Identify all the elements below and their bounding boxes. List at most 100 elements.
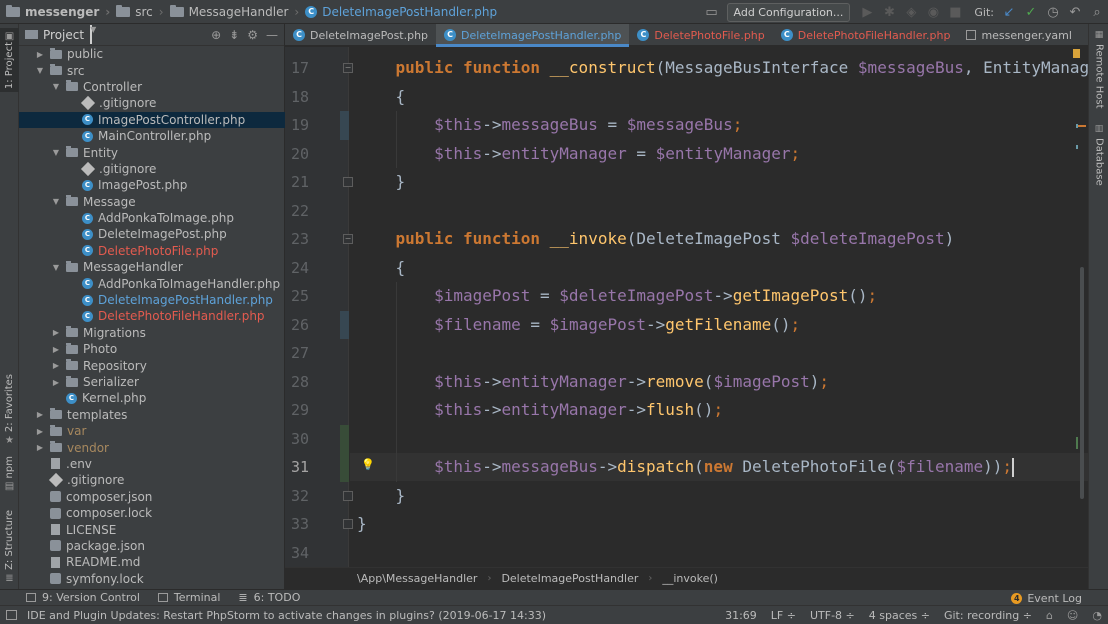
chevron-right-icon[interactable]: ▶: [51, 361, 61, 370]
vcs-change-marker[interactable]: [340, 111, 349, 140]
editor-scrollbar[interactable]: [1080, 267, 1084, 499]
chevron-right-icon[interactable]: ▶: [35, 427, 45, 436]
caret-position[interactable]: 31:69: [725, 609, 757, 622]
tree-folder[interactable]: ▶ var: [19, 423, 285, 439]
tree-folder[interactable]: ▶ Migrations: [19, 325, 285, 341]
git-update-icon[interactable]: ↙: [998, 1, 1020, 23]
tree-folder[interactable]: ▶ Repository: [19, 357, 285, 373]
tree-file[interactable]: .gitignore: [19, 472, 285, 488]
line-separator[interactable]: LF ÷: [771, 609, 796, 622]
tree-file[interactable]: C ImagePost.php: [19, 177, 285, 193]
indent-setting[interactable]: 4 spaces ÷: [869, 609, 930, 622]
tree-folder[interactable]: ▶ templates: [19, 407, 285, 423]
tree-file[interactable]: package.json: [19, 538, 285, 554]
tree-file[interactable]: C AddPonkaToImageHandler.php: [19, 275, 285, 291]
tree-file[interactable]: C MainController.php: [19, 128, 285, 144]
tree-file[interactable]: composer.lock: [19, 505, 285, 521]
vcs-change-marker[interactable]: [340, 453, 349, 482]
tree-file[interactable]: C Kernel.php: [19, 390, 285, 406]
tree-folder[interactable]: ▶ Serializer: [19, 374, 285, 390]
tree-folder[interactable]: ▼ Entity: [19, 144, 285, 160]
chevron-right-icon[interactable]: ▶: [35, 410, 45, 419]
chevron-right-icon[interactable]: ▶: [51, 328, 61, 337]
todo-tool-button[interactable]: ≣ 6: TODO: [230, 591, 310, 604]
fold-toggle-icon[interactable]: −: [343, 234, 353, 244]
editor-tab[interactable]: C DeleteImagePostHandler.php: [436, 24, 630, 47]
locate-icon[interactable]: ⊕: [211, 28, 221, 42]
inspector-icon[interactable]: ☺: [1067, 609, 1078, 622]
fold-toggle-icon[interactable]: [343, 177, 353, 187]
chevron-right-icon[interactable]: ▶: [51, 345, 61, 354]
code-line[interactable]: $imagePost = $deleteImagePost->getImageP…: [357, 282, 877, 310]
vcs-change-marker[interactable]: [340, 424, 349, 453]
fold-toggle-icon[interactable]: [343, 490, 353, 501]
nav-crumb-src[interactable]: src ›: [110, 0, 164, 24]
tree-file[interactable]: LICENSE: [19, 521, 285, 537]
code-editor[interactable]: 17 18 19 20 21 22 23 24 25 26 27 28 29 30 31 32 33 34 pub…: [285, 47, 1088, 567]
chevron-down-icon[interactable]: ▼: [90, 25, 96, 44]
git-commit-icon[interactable]: ✓: [1020, 1, 1042, 23]
code-line[interactable]: $this->messageBus = $messageBus;: [357, 111, 742, 139]
code-line[interactable]: $this->messageBus->dispatch(new DeletePh…: [357, 453, 1015, 481]
collapse-all-icon[interactable]: ⇟: [229, 28, 239, 42]
run-icon[interactable]: ▶: [856, 1, 878, 23]
tree-file[interactable]: composer.json: [19, 489, 285, 505]
tree-folder[interactable]: ▼ MessageHandler: [19, 259, 285, 275]
coverage-icon[interactable]: ◈: [900, 1, 922, 23]
git-rollback-icon[interactable]: ↶: [1064, 1, 1086, 23]
tab-project-tool[interactable]: ▣ 1: Project: [0, 28, 19, 92]
debug-icon[interactable]: ✱: [878, 1, 900, 23]
tree-file[interactable]: C DeleteImagePost.php: [19, 226, 285, 242]
minimize-icon[interactable]: —: [266, 28, 278, 42]
nav-crumb-messagehandler[interactable]: MessageHandler ›: [164, 0, 299, 24]
lock-icon[interactable]: ⌂: [1046, 609, 1053, 622]
tree-file[interactable]: symfony.lock: [19, 571, 285, 587]
scroll-marker[interactable]: [1078, 125, 1086, 127]
editor-tab[interactable]: messenger.yaml: [958, 24, 1079, 46]
search-icon[interactable]: ⌕: [1086, 1, 1108, 23]
event-log-button[interactable]: 4 Event Log: [1011, 590, 1082, 606]
code-line[interactable]: }: [357, 510, 367, 538]
chevron-down-icon[interactable]: ▼: [51, 82, 61, 91]
tree-folder[interactable]: ▼ Message: [19, 194, 285, 210]
gear-icon[interactable]: ⚙: [247, 28, 258, 42]
breadcrumb-namespace[interactable]: \App\MessageHandler: [357, 572, 477, 585]
tree-file[interactable]: C DeleteImagePostHandler.php: [19, 292, 285, 308]
file-encoding[interactable]: UTF-8 ÷: [810, 609, 855, 622]
editor-tab[interactable]: C DeletePhotoFileHandler.php: [773, 24, 959, 46]
tree-folder[interactable]: ▶ public: [19, 46, 285, 62]
tab-npm-tool[interactable]: npm ▤: [0, 456, 19, 496]
git-branch[interactable]: Git: recording ÷: [944, 609, 1032, 622]
tree-file[interactable]: .gitignore: [19, 95, 285, 111]
tree-folder[interactable]: ▼ Controller: [19, 79, 285, 95]
version-control-tool-button[interactable]: 9: Version Control: [18, 591, 150, 604]
project-panel-title[interactable]: Project: [43, 28, 84, 42]
add-configuration-button[interactable]: Add Configuration...: [726, 2, 851, 22]
nav-crumb-file[interactable]: C DeleteImagePostHandler.php: [299, 0, 497, 24]
tree-folder[interactable]: ▶ vendor: [19, 439, 285, 455]
fold-toggle-icon[interactable]: −: [343, 63, 353, 73]
tree-file[interactable]: .env: [19, 456, 285, 472]
editor-tab[interactable]: C DeletePhotoFile.php: [629, 24, 772, 46]
chevron-down-icon[interactable]: ▼: [51, 263, 61, 272]
memory-icon[interactable]: ◔: [1092, 609, 1102, 622]
nav-crumb-project[interactable]: messenger ›: [0, 0, 110, 24]
tree-file[interactable]: C AddPonkaToImage.php: [19, 210, 285, 226]
chevron-right-icon[interactable]: ▶: [35, 50, 45, 59]
fold-toggle-icon[interactable]: [343, 519, 353, 529]
code-line[interactable]: public function __invoke(DeleteImagePost…: [357, 225, 955, 253]
chevron-right-icon[interactable]: ▶: [35, 443, 45, 452]
chevron-down-icon[interactable]: ▼: [51, 148, 61, 157]
intention-bulb-icon[interactable]: 💡: [361, 458, 375, 471]
breadcrumb-class[interactable]: DeleteImagePostHandler: [501, 572, 638, 585]
code-line[interactable]: }: [357, 168, 406, 196]
vcs-change-marker[interactable]: [340, 310, 349, 339]
terminal-tool-button[interactable]: Terminal: [150, 591, 231, 604]
tab-structure-tool[interactable]: Z: Structure ≣: [0, 510, 19, 584]
git-history-icon[interactable]: ◷: [1042, 1, 1064, 23]
tree-file[interactable]: .gitignore: [19, 161, 285, 177]
status-message[interactable]: IDE and Plugin Updates: Restart PhpStorm…: [27, 609, 546, 622]
code-line[interactable]: {: [357, 254, 406, 282]
code-line[interactable]: }: [357, 482, 406, 510]
chevron-down-icon[interactable]: ▼: [51, 197, 61, 206]
